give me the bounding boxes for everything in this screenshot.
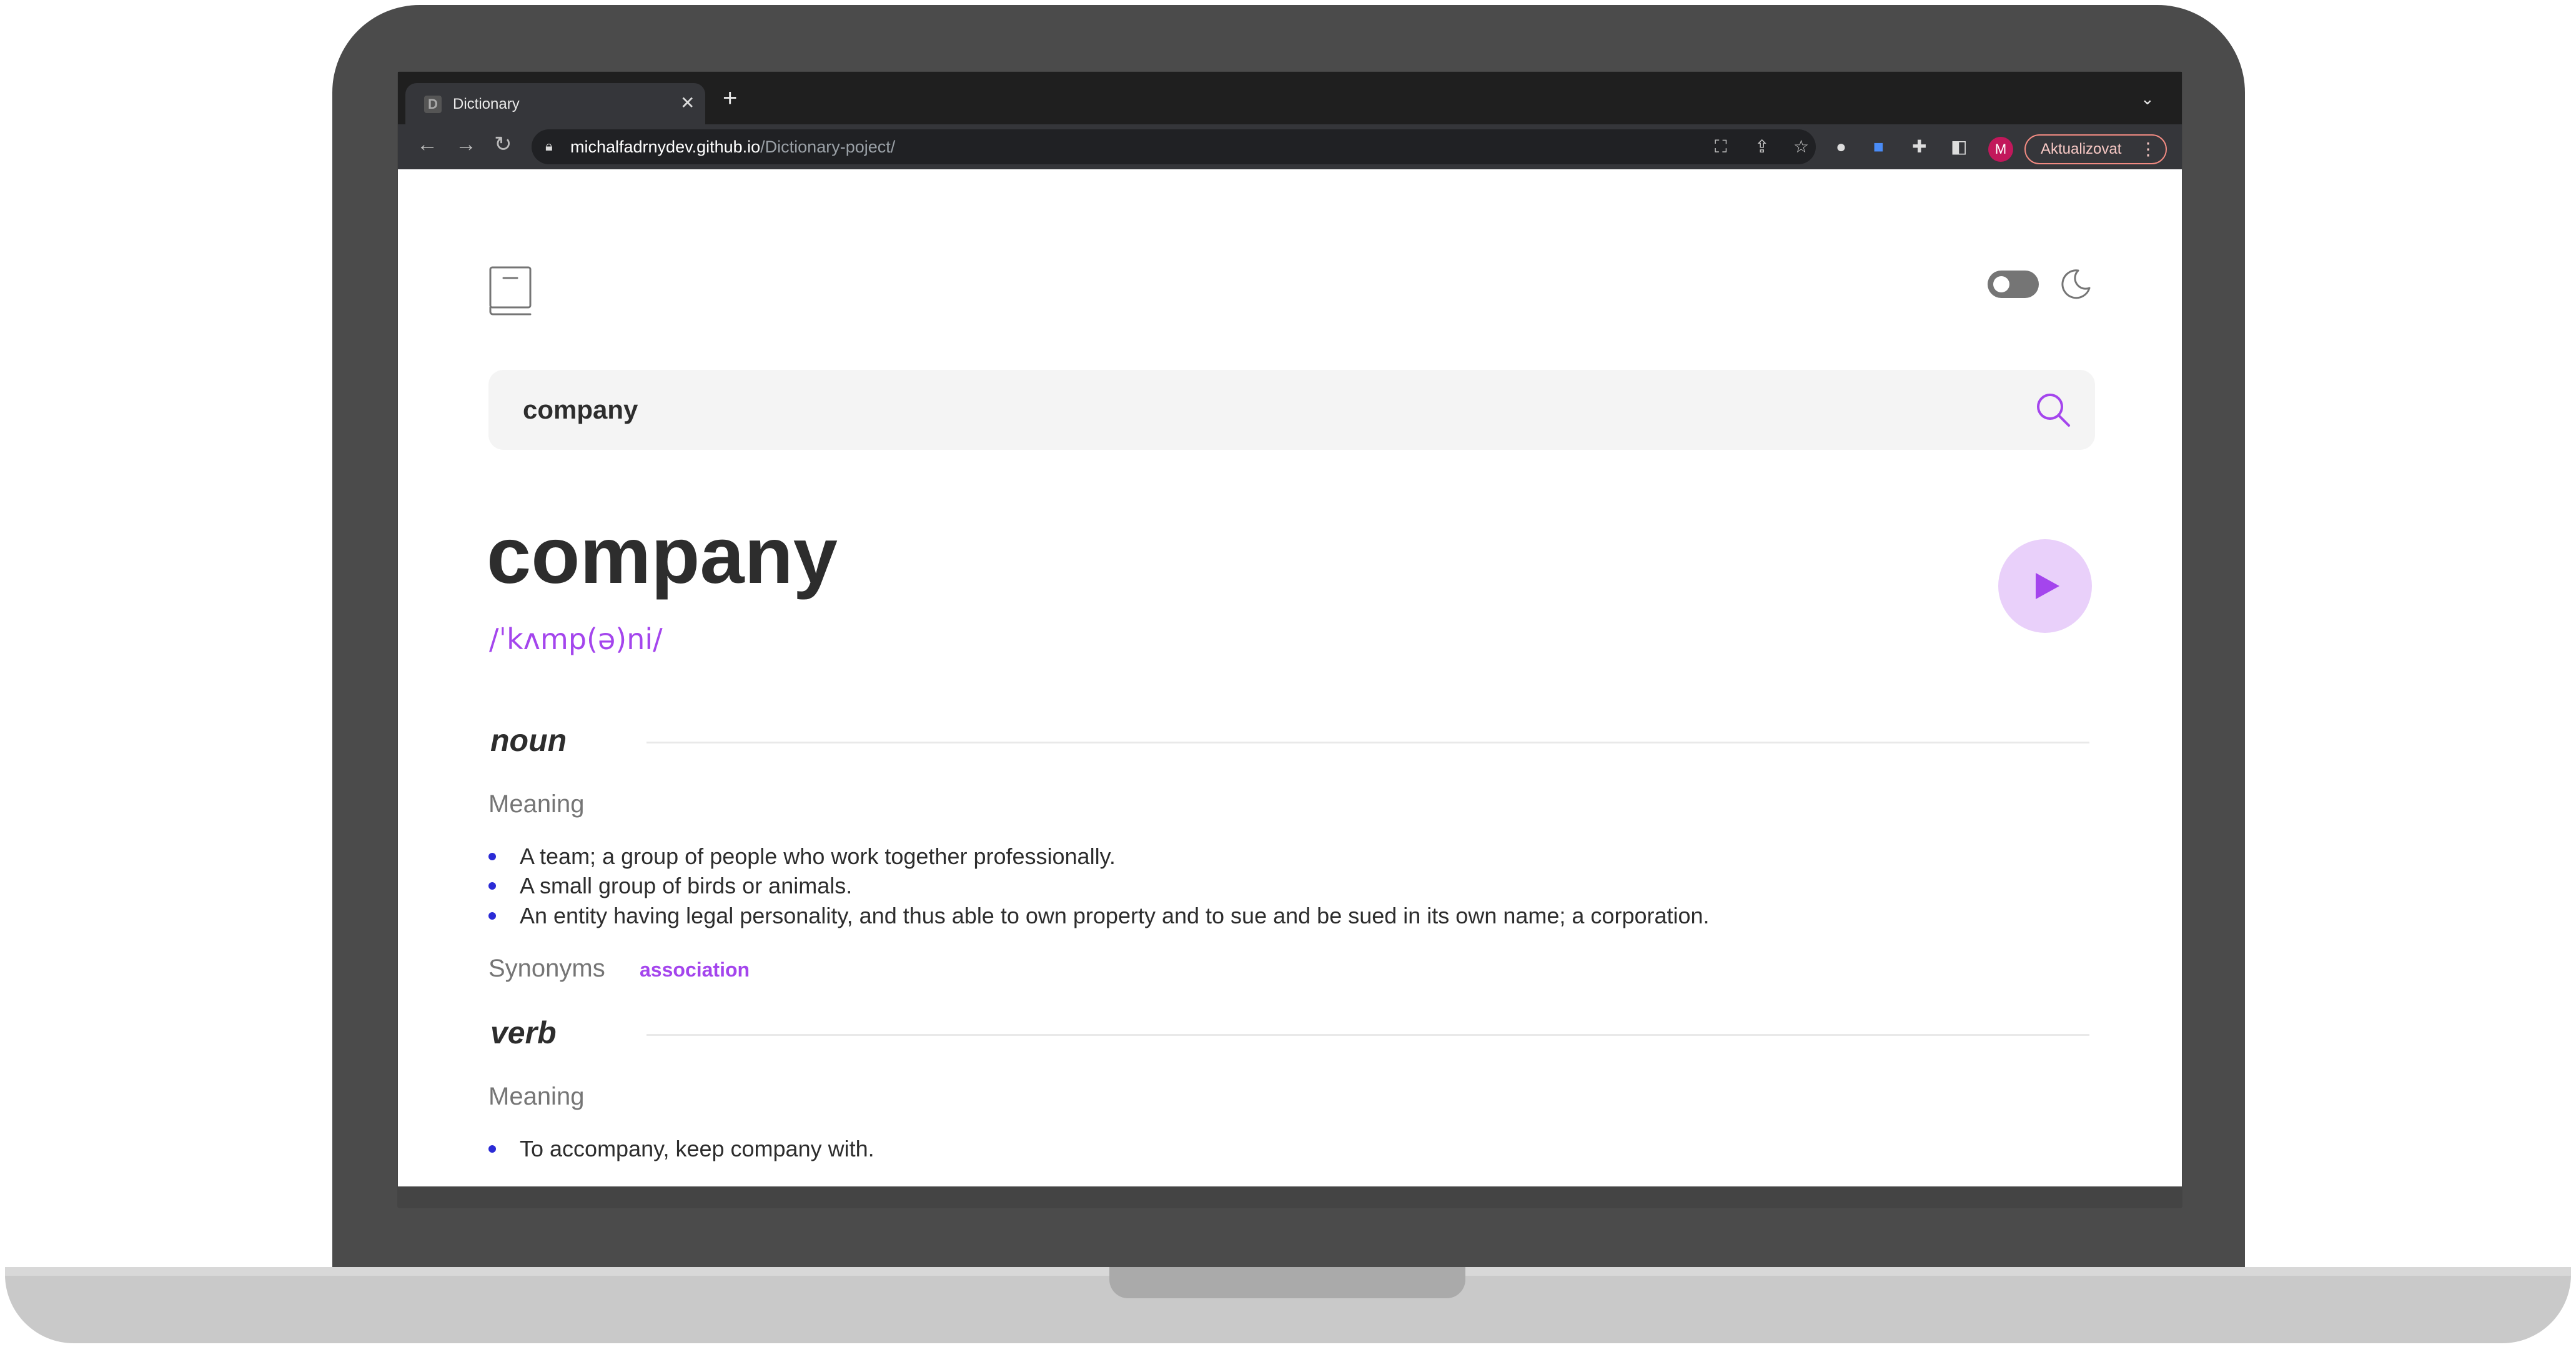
tab-search-chevron-icon[interactable]: ⌄ — [2141, 89, 2154, 109]
tab-close-icon[interactable]: ✕ — [680, 93, 695, 113]
list-bullet — [488, 912, 496, 920]
profile-avatar[interactable]: M — [1988, 137, 2013, 162]
part-of-speech-noun: noun — [490, 723, 567, 758]
google-translate-extension-icon[interactable]: ■ — [1873, 136, 1884, 158]
translate-icon[interactable]: ⛶ — [1715, 136, 1727, 158]
book-logo-icon — [489, 266, 532, 316]
extensions-puzzle-icon[interactable]: ✚ — [1912, 136, 1926, 158]
phonetic-text: /ˈkʌmp(ə)ni/ — [489, 622, 663, 656]
definition-item: An entity having legal personality, and … — [520, 903, 1710, 928]
theme-toggle[interactable] — [1988, 271, 2039, 298]
tab-title: Dictionary — [453, 96, 520, 112]
url-host: michalfadrnydev.github.io — [570, 137, 761, 156]
lock-icon[interactable]: 🔒︎ — [545, 138, 553, 154]
play-icon — [2036, 573, 2059, 599]
laptop-notch — [1109, 1267, 1465, 1298]
play-pronunciation-button[interactable] — [1998, 539, 2092, 633]
browser-tab-bar: D Dictionary ✕ + ⌄ — [398, 72, 2182, 124]
side-panel-icon[interactable]: ◧ — [1951, 136, 1967, 158]
definition-item: A small group of birds or animals. — [520, 873, 853, 898]
laptop-screen: D Dictionary ✕ + ⌄ ← → ↻ 🔒︎ michalfadrny… — [398, 72, 2182, 1186]
browser-toolbar: ← → ↻ 🔒︎ michalfadrnydev.github.io/Dicti… — [398, 124, 2182, 169]
tab-favicon-icon: D — [424, 96, 442, 113]
address-bar[interactable]: 🔒︎ michalfadrnydev.github.io/Dictionary-… — [532, 129, 1816, 164]
extension-icon[interactable]: ● — [1836, 136, 1846, 158]
update-button[interactable]: Aktualizovat ⋮ — [2024, 134, 2167, 164]
back-arrow-icon[interactable]: ← — [417, 129, 438, 159]
reload-icon[interactable]: ↻ — [494, 129, 512, 159]
search-bar[interactable]: company — [488, 370, 2095, 450]
new-tab-icon[interactable]: + — [723, 86, 737, 111]
definition-item: A team; a group of people who work toget… — [520, 843, 1116, 869]
list-bullet — [488, 882, 496, 890]
search-input[interactable]: company — [523, 393, 638, 427]
bookmark-star-icon[interactable]: ☆ — [1793, 136, 1809, 158]
meaning-label: Meaning — [488, 790, 585, 818]
more-menu-icon: ⋮ — [2139, 139, 2157, 159]
synonyms-label: Synonyms — [488, 955, 605, 982]
section-divider — [646, 742, 2089, 743]
list-bullet — [488, 853, 496, 860]
forward-arrow-icon[interactable]: → — [455, 129, 477, 159]
word-title: company — [487, 511, 838, 600]
url-text[interactable]: michalfadrnydev.github.io/Dictionary-poj… — [570, 137, 895, 157]
share-icon[interactable]: ⇪ — [1755, 136, 1769, 158]
moon-icon — [2061, 269, 2091, 299]
search-icon[interactable] — [2035, 392, 2071, 428]
list-bullet — [488, 1145, 496, 1153]
url-path: /Dictionary-poject/ — [760, 137, 896, 156]
browser-tab[interactable]: D Dictionary ✕ — [405, 83, 705, 124]
definition-item: To accompany, keep company with. — [520, 1136, 874, 1161]
meaning-label: Meaning — [488, 1083, 585, 1110]
synonym-link[interactable]: association — [640, 954, 750, 985]
toggle-knob — [1993, 276, 2009, 292]
update-button-label: Aktualizovat — [2041, 141, 2122, 157]
part-of-speech-verb: verb — [490, 1015, 557, 1050]
section-divider — [646, 1034, 2089, 1036]
